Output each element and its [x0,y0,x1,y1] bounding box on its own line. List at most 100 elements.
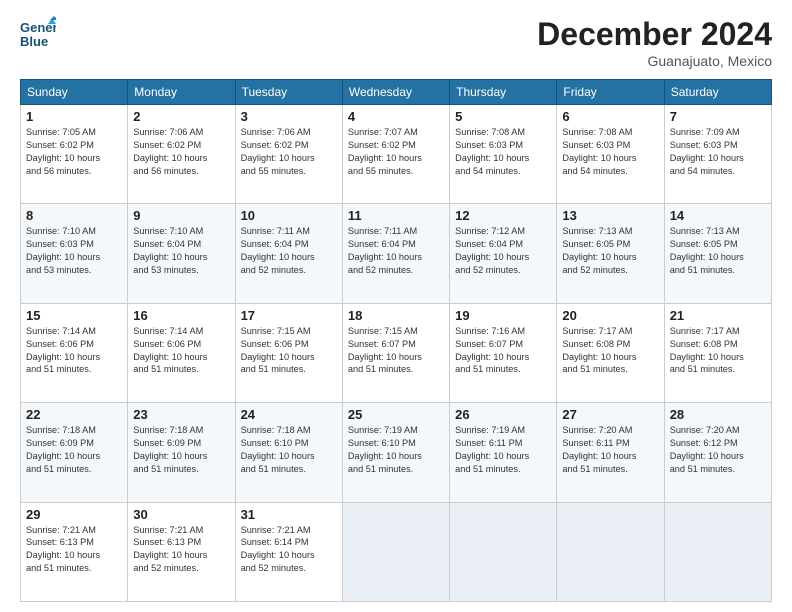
day-info: Sunrise: 7:07 AM Sunset: 6:02 PM Dayligh… [348,126,444,178]
day-number: 23 [133,407,229,422]
calendar-day-cell: 16 Sunrise: 7:14 AM Sunset: 6:06 PM Dayli… [128,303,235,402]
header: General Blue December 2024 Guanajuato, M… [20,16,772,69]
calendar-day-cell: 21Sunrise: 7:17 AM Sunset: 6:08 PM Dayli… [664,303,771,402]
calendar-day-cell: 2 Sunrise: 7:06 AM Sunset: 6:02 PM Daylig… [128,105,235,204]
calendar-day-cell: 11Sunrise: 7:11 AM Sunset: 6:04 PM Dayli… [342,204,449,303]
calendar-day-cell: 9 Sunrise: 7:10 AM Sunset: 6:04 PM Daylig… [128,204,235,303]
day-number: 27 [562,407,658,422]
subtitle: Guanajuato, Mexico [537,53,772,69]
day-number: 16 [133,308,229,323]
day-of-week-header: Sunday [21,80,128,105]
day-number: 17 [241,308,337,323]
calendar-day-cell [557,502,664,601]
day-info: Sunrise: 7:12 AM Sunset: 6:04 PM Dayligh… [455,225,551,277]
calendar-day-cell: 31 Sunrise: 7:21 AM Sunset: 6:14 PM Dayli… [235,502,342,601]
day-info: Sunrise: 7:06 AM Sunset: 6:02 PM Dayligh… [133,126,229,178]
logo-icon: General Blue [20,16,56,52]
calendar-day-cell [450,502,557,601]
day-info: Sunrise: 7:06 AM Sunset: 6:02 PM Dayligh… [241,126,337,178]
day-of-week-header: Tuesday [235,80,342,105]
day-number: 11 [348,208,444,223]
day-info: Sunrise: 7:14 AM Sunset: 6:06 PM Dayligh… [133,325,229,377]
day-info: Sunrise: 7:21 AM Sunset: 6:14 PM Dayligh… [241,524,337,576]
calendar: SundayMondayTuesdayWednesdayThursdayFrid… [20,79,772,602]
day-number: 9 [133,208,229,223]
day-info: Sunrise: 7:21 AM Sunset: 6:13 PM Dayligh… [26,524,122,576]
calendar-day-cell [342,502,449,601]
calendar-day-cell [664,502,771,601]
day-info: Sunrise: 7:19 AM Sunset: 6:11 PM Dayligh… [455,424,551,476]
day-number: 21 [670,308,766,323]
day-number: 1 [26,109,122,124]
day-number: 28 [670,407,766,422]
day-number: 19 [455,308,551,323]
day-number: 13 [562,208,658,223]
day-info: Sunrise: 7:10 AM Sunset: 6:03 PM Dayligh… [26,225,122,277]
day-number: 2 [133,109,229,124]
day-info: Sunrise: 7:20 AM Sunset: 6:12 PM Dayligh… [670,424,766,476]
day-of-week-header: Wednesday [342,80,449,105]
calendar-header-row: SundayMondayTuesdayWednesdayThursdayFrid… [21,80,772,105]
day-number: 20 [562,308,658,323]
calendar-week-row: 1 Sunrise: 7:05 AM Sunset: 6:02 PM Daylig… [21,105,772,204]
calendar-day-cell: 23Sunrise: 7:18 AM Sunset: 6:09 PM Dayli… [128,403,235,502]
calendar-day-cell: 22 Sunrise: 7:18 AM Sunset: 6:09 PM Dayli… [21,403,128,502]
title-block: December 2024 Guanajuato, Mexico [537,16,772,69]
calendar-day-cell: 26Sunrise: 7:19 AM Sunset: 6:11 PM Dayli… [450,403,557,502]
day-of-week-header: Saturday [664,80,771,105]
day-info: Sunrise: 7:18 AM Sunset: 6:10 PM Dayligh… [241,424,337,476]
day-number: 7 [670,109,766,124]
day-number: 15 [26,308,122,323]
calendar-day-cell: 4 Sunrise: 7:07 AM Sunset: 6:02 PM Daylig… [342,105,449,204]
calendar-day-cell: 17Sunrise: 7:15 AM Sunset: 6:06 PM Dayli… [235,303,342,402]
day-number: 5 [455,109,551,124]
logo: General Blue [20,16,60,52]
calendar-day-cell: 28 Sunrise: 7:20 AM Sunset: 6:12 PM Dayli… [664,403,771,502]
day-number: 24 [241,407,337,422]
calendar-day-cell: 7 Sunrise: 7:09 AM Sunset: 6:03 PM Daylig… [664,105,771,204]
day-info: Sunrise: 7:18 AM Sunset: 6:09 PM Dayligh… [26,424,122,476]
day-number: 3 [241,109,337,124]
day-info: Sunrise: 7:10 AM Sunset: 6:04 PM Dayligh… [133,225,229,277]
calendar-day-cell: 13 Sunrise: 7:13 AM Sunset: 6:05 PM Dayli… [557,204,664,303]
day-number: 10 [241,208,337,223]
calendar-day-cell: 10 Sunrise: 7:11 AM Sunset: 6:04 PM Dayli… [235,204,342,303]
calendar-day-cell: 15 Sunrise: 7:14 AM Sunset: 6:06 PM Dayli… [21,303,128,402]
day-number: 30 [133,507,229,522]
day-number: 31 [241,507,337,522]
day-number: 25 [348,407,444,422]
day-info: Sunrise: 7:20 AM Sunset: 6:11 PM Dayligh… [562,424,658,476]
calendar-day-cell: 27 Sunrise: 7:20 AM Sunset: 6:11 PM Dayli… [557,403,664,502]
calendar-day-cell: 19 Sunrise: 7:16 AM Sunset: 6:07 PM Dayli… [450,303,557,402]
day-info: Sunrise: 7:05 AM Sunset: 6:02 PM Dayligh… [26,126,122,178]
calendar-day-cell: 25 Sunrise: 7:19 AM Sunset: 6:10 PM Dayli… [342,403,449,502]
day-info: Sunrise: 7:11 AM Sunset: 6:04 PM Dayligh… [241,225,337,277]
day-number: 12 [455,208,551,223]
calendar-week-row: 15 Sunrise: 7:14 AM Sunset: 6:06 PM Dayli… [21,303,772,402]
calendar-day-cell: 8Sunrise: 7:10 AM Sunset: 6:03 PM Daylig… [21,204,128,303]
day-info: Sunrise: 7:15 AM Sunset: 6:07 PM Dayligh… [348,325,444,377]
day-number: 14 [670,208,766,223]
calendar-day-cell: 20 Sunrise: 7:17 AM Sunset: 6:08 PM Dayli… [557,303,664,402]
day-number: 18 [348,308,444,323]
calendar-day-cell: 1 Sunrise: 7:05 AM Sunset: 6:02 PM Daylig… [21,105,128,204]
calendar-day-cell: 30Sunrise: 7:21 AM Sunset: 6:13 PM Dayli… [128,502,235,601]
day-number: 4 [348,109,444,124]
day-number: 29 [26,507,122,522]
calendar-day-cell: 3 Sunrise: 7:06 AM Sunset: 6:02 PM Daylig… [235,105,342,204]
day-number: 6 [562,109,658,124]
day-info: Sunrise: 7:08 AM Sunset: 6:03 PM Dayligh… [562,126,658,178]
month-title: December 2024 [537,16,772,53]
calendar-day-cell: 24 Sunrise: 7:18 AM Sunset: 6:10 PM Dayli… [235,403,342,502]
day-info: Sunrise: 7:14 AM Sunset: 6:06 PM Dayligh… [26,325,122,377]
day-info: Sunrise: 7:09 AM Sunset: 6:03 PM Dayligh… [670,126,766,178]
calendar-day-cell: 14Sunrise: 7:13 AM Sunset: 6:05 PM Dayli… [664,204,771,303]
day-info: Sunrise: 7:17 AM Sunset: 6:08 PM Dayligh… [562,325,658,377]
day-info: Sunrise: 7:13 AM Sunset: 6:05 PM Dayligh… [562,225,658,277]
day-of-week-header: Friday [557,80,664,105]
page: General Blue December 2024 Guanajuato, M… [0,0,792,612]
day-info: Sunrise: 7:19 AM Sunset: 6:10 PM Dayligh… [348,424,444,476]
day-of-week-header: Thursday [450,80,557,105]
day-number: 22 [26,407,122,422]
day-info: Sunrise: 7:16 AM Sunset: 6:07 PM Dayligh… [455,325,551,377]
